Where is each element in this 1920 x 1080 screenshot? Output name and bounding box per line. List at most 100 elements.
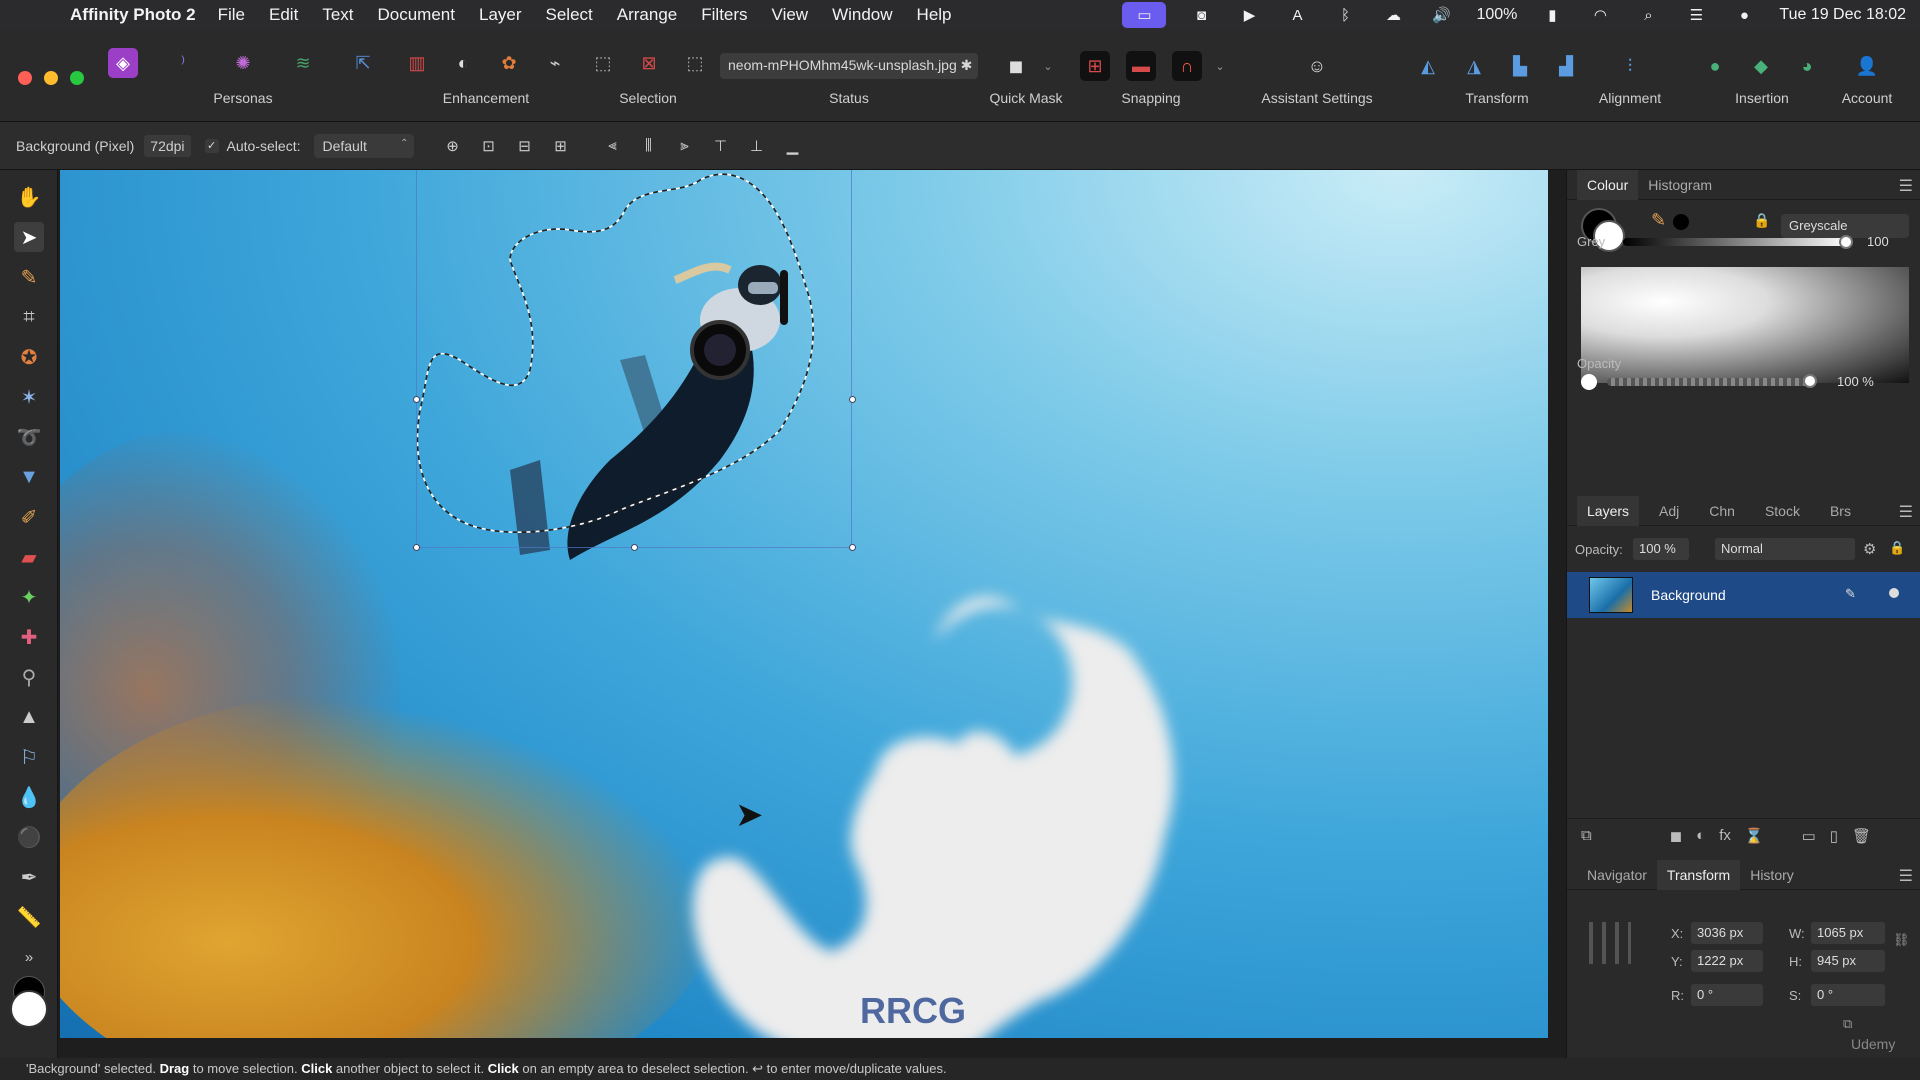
crop-tool-icon[interactable]: ⌗ (14, 302, 44, 332)
menu-arrange[interactable]: Arrange (617, 5, 677, 25)
dodge-tool-icon[interactable]: ✦ (14, 582, 44, 612)
stamp-tool-icon[interactable]: ▲ (14, 702, 44, 732)
document-filename[interactable]: neom-mPHOMhm45wk-unsplash.jpg ✱ (720, 53, 978, 79)
layers-menu-icon[interactable]: ☰ (1899, 502, 1913, 522)
account-icon[interactable]: 👤 (1852, 51, 1882, 81)
tab-navigator[interactable]: Navigator (1577, 860, 1657, 890)
rotate-left-icon[interactable]: ▙ (1505, 51, 1535, 81)
paint-brush-tool-icon[interactable]: ✐ (14, 502, 44, 532)
panel-menu-icon[interactable]: ☰ (1899, 176, 1913, 196)
snapping-dropdown-icon[interactable]: ⌄ (1212, 51, 1228, 81)
menu-file[interactable]: File (218, 5, 245, 25)
select-all-icon[interactable]: ⬚ (588, 48, 618, 78)
assistant-icon[interactable]: ☺ (1302, 51, 1332, 81)
spotlight-search-icon[interactable]: ⌕ (1635, 5, 1661, 25)
more-tools-icon[interactable]: » (14, 942, 44, 972)
layer-row-background[interactable]: Background ✎ (1567, 572, 1920, 618)
snapping-grid-icon[interactable]: ⊞ (1080, 51, 1110, 81)
eraser-tool-icon[interactable]: ▰ (14, 542, 44, 572)
bluetooth-icon[interactable]: ᛒ (1332, 5, 1358, 25)
w-field[interactable]: 1065 px (1811, 922, 1885, 944)
selection-handle-left[interactable] (413, 396, 420, 403)
shear-field[interactable]: 0 ° (1811, 984, 1885, 1006)
align-center-icon[interactable]: ⫼ (634, 133, 662, 159)
menu-filters[interactable]: Filters (701, 5, 747, 25)
layer-settings-gear-icon[interactable]: ⚙ (1863, 540, 1876, 558)
measure-tool-icon[interactable]: 📏 (14, 902, 44, 932)
tab-stock[interactable]: Stock (1755, 496, 1810, 526)
minimize-window-button[interactable] (44, 71, 58, 85)
grey-slider-knob[interactable] (1839, 235, 1853, 249)
h-field[interactable]: 945 px (1811, 950, 1885, 972)
flood-select-tool-icon[interactable]: ✶ (14, 382, 44, 412)
auto-white-balance-icon[interactable]: ⌁ (540, 48, 570, 78)
deselect-icon[interactable]: ⊠ (634, 48, 664, 78)
flip-horizontal-icon[interactable]: ◭ (1413, 51, 1443, 81)
freehand-selection-tool-icon[interactable]: ➰ (14, 422, 44, 452)
autoselect-dropdown[interactable]: Default (314, 133, 415, 158)
layer-opacity-field[interactable]: 100 % (1633, 538, 1689, 560)
auto-colour-icon[interactable]: ✿ (494, 48, 524, 78)
insert-inside-icon[interactable]: ● (1700, 51, 1730, 81)
menu-window[interactable]: Window (832, 5, 892, 25)
alignment-icon[interactable]: ⫶ (1615, 51, 1645, 81)
invert-selection-icon[interactable]: ⬚ (680, 48, 710, 78)
anchor-point-selector[interactable] (1589, 922, 1631, 964)
y-field[interactable]: 1222 px (1691, 950, 1763, 972)
align-bottom-icon[interactable]: ▁ (778, 133, 806, 159)
transform-options-icon[interactable]: ⧉ (1843, 1016, 1852, 1032)
opacity-slider[interactable] (1607, 378, 1811, 386)
blur-tool-icon[interactable]: 💧 (14, 782, 44, 812)
auto-levels-icon[interactable]: ▥ (402, 48, 432, 78)
tab-adjustments[interactable]: Adj (1649, 496, 1689, 526)
move-tool-icon[interactable]: ➤ (14, 222, 44, 252)
siri-icon[interactable]: ● (1731, 5, 1757, 25)
add-live-filter-icon[interactable]: ⌛ (1745, 827, 1764, 845)
close-window-button[interactable] (18, 71, 32, 85)
align-middle-icon[interactable]: ⊥ (742, 133, 770, 159)
liquify-persona-icon[interactable]: ⁾ (168, 48, 198, 78)
menu-document[interactable]: Document (378, 5, 455, 25)
photo-persona-icon[interactable]: ◈ (108, 48, 138, 78)
screen-share-icon[interactable]: ▭ (1122, 2, 1167, 28)
add-fx-icon[interactable]: fx (1719, 827, 1731, 844)
colour-picker-icon[interactable]: ✎ (1651, 210, 1666, 231)
tab-colour[interactable]: Colour (1577, 169, 1639, 200)
selection-handle-bottom[interactable] (631, 544, 638, 551)
export-persona-icon[interactable]: ⇱ (348, 48, 378, 78)
layer-lock-icon[interactable]: 🔒 (1889, 540, 1905, 556)
tab-channels[interactable]: Chn (1699, 496, 1745, 526)
autoselect-checkbox[interactable]: ✓ (204, 138, 219, 153)
zoom-window-button[interactable] (70, 71, 84, 85)
transform-menu-icon[interactable]: ☰ (1899, 866, 1913, 886)
transform-origin-icon[interactable]: ⊕ (438, 133, 466, 159)
snapping-magnet-icon[interactable]: ∩ (1172, 51, 1202, 81)
wifi-icon[interactable]: ◠ (1587, 5, 1613, 25)
tab-brushes[interactable]: Brs (1820, 496, 1861, 526)
red-eye-tool-icon[interactable]: ⚫ (14, 822, 44, 852)
menu-text[interactable]: Text (322, 5, 353, 25)
hand-tool-icon[interactable]: ✋ (14, 182, 44, 212)
force-pixel-align-icon[interactable]: ▬ (1126, 51, 1156, 81)
tab-transform[interactable]: Transform (1656, 859, 1741, 890)
dpi-value[interactable]: 72dpi (144, 134, 191, 157)
secondary-colour-swatch[interactable] (10, 990, 48, 1028)
align-left-icon[interactable]: ⫷ (598, 133, 626, 159)
add-adjustment-icon[interactable]: ◐ (1696, 827, 1705, 844)
grey-value[interactable]: 100 (1867, 234, 1889, 249)
quick-mask-dropdown-icon[interactable]: ⌄ (1040, 51, 1056, 81)
selection-bounding-box[interactable] (416, 170, 852, 548)
align-top-icon[interactable]: ⊤ (706, 133, 734, 159)
cloud-icon[interactable]: ☁ (1380, 5, 1406, 25)
selection-handle-bottom-left[interactable] (413, 544, 420, 551)
selection-brush-tool-icon[interactable]: ✪ (14, 342, 44, 372)
flood-fill-tool-icon[interactable]: ▼ (14, 462, 44, 492)
pen-tool-icon[interactable]: ✒ (14, 862, 44, 892)
tab-layers[interactable]: Layers (1577, 495, 1640, 526)
selection-handle-right[interactable] (849, 396, 856, 403)
opacity-slider-knob[interactable] (1803, 374, 1817, 388)
grid-options-icon[interactable]: ⊞ (546, 133, 574, 159)
app-name-menu[interactable]: Affinity Photo 2 (70, 5, 196, 25)
document-canvas[interactable]: ➤ RRCG (60, 170, 1548, 1038)
tab-history[interactable]: History (1740, 860, 1804, 890)
